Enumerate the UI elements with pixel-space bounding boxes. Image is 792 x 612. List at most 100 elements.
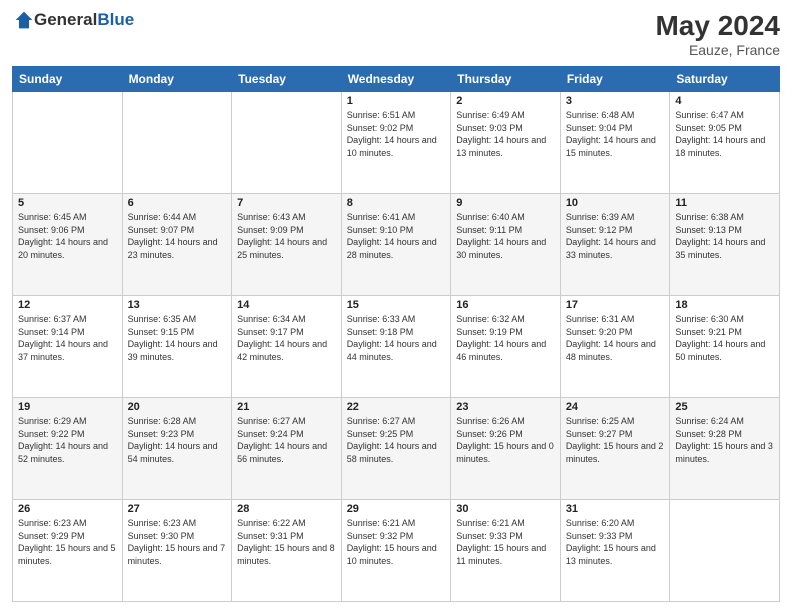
daylight-text: Daylight: 14 hours and 15 minutes. xyxy=(566,134,665,159)
day-number: 25 xyxy=(675,401,774,413)
sunset-text: Sunset: 9:33 PM xyxy=(456,530,555,543)
cell-content: Sunrise: 6:41 AMSunset: 9:10 PMDaylight:… xyxy=(347,211,446,261)
calendar-cell: 1Sunrise: 6:51 AMSunset: 9:02 PMDaylight… xyxy=(341,92,451,194)
calendar-cell xyxy=(670,500,780,602)
location-subtitle: Eauze, France xyxy=(655,42,780,58)
day-number: 23 xyxy=(456,401,555,413)
day-number: 8 xyxy=(347,197,446,209)
calendar-cell xyxy=(232,92,342,194)
cell-content: Sunrise: 6:40 AMSunset: 9:11 PMDaylight:… xyxy=(456,211,555,261)
calendar-cell: 15Sunrise: 6:33 AMSunset: 9:18 PMDayligh… xyxy=(341,296,451,398)
sunset-text: Sunset: 9:06 PM xyxy=(18,224,117,237)
cell-content: Sunrise: 6:20 AMSunset: 9:33 PMDaylight:… xyxy=(566,517,665,567)
calendar-week-row: 1Sunrise: 6:51 AMSunset: 9:02 PMDaylight… xyxy=(13,92,780,194)
daylight-text: Daylight: 15 hours and 0 minutes. xyxy=(456,440,555,465)
calendar-cell xyxy=(122,92,232,194)
calendar-cell: 14Sunrise: 6:34 AMSunset: 9:17 PMDayligh… xyxy=(232,296,342,398)
daylight-text: Daylight: 15 hours and 3 minutes. xyxy=(675,440,774,465)
sunset-text: Sunset: 9:26 PM xyxy=(456,428,555,441)
sunset-text: Sunset: 9:24 PM xyxy=(237,428,336,441)
sunset-text: Sunset: 9:17 PM xyxy=(237,326,336,339)
calendar-cell: 31 Sunrise: 6:20 AMSunset: 9:33 PMDayligh… xyxy=(560,500,670,602)
daylight-text: Daylight: 14 hours and 18 minutes. xyxy=(675,134,774,159)
page: GeneralBlue May 2024 Eauze, France Sunda… xyxy=(0,0,792,612)
day-number: 20 xyxy=(128,401,227,413)
cell-content: Sunrise: 6:32 AMSunset: 9:19 PMDaylight:… xyxy=(456,313,555,363)
daylight-text: Daylight: 14 hours and 44 minutes. xyxy=(347,338,446,363)
calendar-week-row: 12Sunrise: 6:37 AMSunset: 9:14 PMDayligh… xyxy=(13,296,780,398)
logo: GeneralBlue xyxy=(12,10,134,30)
cell-content: Sunrise: 6:44 AMSunset: 9:07 PMDaylight:… xyxy=(128,211,227,261)
cell-content: Sunrise: 6:34 AMSunset: 9:17 PMDaylight:… xyxy=(237,313,336,363)
day-number: 4 xyxy=(675,95,774,107)
calendar-cell: 17Sunrise: 6:31 AMSunset: 9:20 PMDayligh… xyxy=(560,296,670,398)
calendar-cell: 16 Sunrise: 6:32 AMSunset: 9:19 PMDayligh… xyxy=(451,296,561,398)
calendar-cell: 12Sunrise: 6:37 AMSunset: 9:14 PMDayligh… xyxy=(13,296,123,398)
cell-content: Sunrise: 6:37 AMSunset: 9:14 PMDaylight:… xyxy=(18,313,117,363)
sunset-text: Sunset: 9:19 PM xyxy=(456,326,555,339)
sunrise-text: Sunrise: 6:40 AM xyxy=(456,211,555,224)
calendar-cell: 18 Sunrise: 6:30 AMSunset: 9:21 PMDayligh… xyxy=(670,296,780,398)
sunset-text: Sunset: 9:21 PM xyxy=(675,326,774,339)
sunrise-text: Sunrise: 6:21 AM xyxy=(456,517,555,530)
sunrise-text: Sunrise: 6:37 AM xyxy=(18,313,117,326)
calendar-cell: 21Sunrise: 6:27 AMSunset: 9:24 PMDayligh… xyxy=(232,398,342,500)
cell-content: Sunrise: 6:31 AMSunset: 9:20 PMDaylight:… xyxy=(566,313,665,363)
sunset-text: Sunset: 9:20 PM xyxy=(566,326,665,339)
daylight-text: Daylight: 14 hours and 39 minutes. xyxy=(128,338,227,363)
calendar-body: 1Sunrise: 6:51 AMSunset: 9:02 PMDaylight… xyxy=(13,92,780,602)
calendar-cell: 30Sunrise: 6:21 AMSunset: 9:33 PMDayligh… xyxy=(451,500,561,602)
weekday-header-cell: Saturday xyxy=(670,67,780,92)
calendar-week-row: 5Sunrise: 6:45 AMSunset: 9:06 PMDaylight… xyxy=(13,194,780,296)
calendar-cell: 27Sunrise: 6:23 AMSunset: 9:30 PMDayligh… xyxy=(122,500,232,602)
day-number: 22 xyxy=(347,401,446,413)
calendar-cell: 11 Sunrise: 6:38 AMSunset: 9:13 PMDayligh… xyxy=(670,194,780,296)
daylight-text: Daylight: 14 hours and 52 minutes. xyxy=(18,440,117,465)
daylight-text: Daylight: 15 hours and 10 minutes. xyxy=(347,542,446,567)
day-number: 7 xyxy=(237,197,336,209)
sunset-text: Sunset: 9:03 PM xyxy=(456,122,555,135)
day-number: 29 xyxy=(347,503,446,515)
daylight-text: Daylight: 14 hours and 46 minutes. xyxy=(456,338,555,363)
daylight-text: Daylight: 14 hours and 28 minutes. xyxy=(347,236,446,261)
sunrise-text: Sunrise: 6:34 AM xyxy=(237,313,336,326)
cell-content: Sunrise: 6:38 AMSunset: 9:13 PMDaylight:… xyxy=(675,211,774,261)
sunset-text: Sunset: 9:04 PM xyxy=(566,122,665,135)
calendar-cell: 13Sunrise: 6:35 AMSunset: 9:15 PMDayligh… xyxy=(122,296,232,398)
sunset-text: Sunset: 9:23 PM xyxy=(128,428,227,441)
calendar-cell: 28 Sunrise: 6:22 AMSunset: 9:31 PMDayligh… xyxy=(232,500,342,602)
sunset-text: Sunset: 9:25 PM xyxy=(347,428,446,441)
daylight-text: Daylight: 14 hours and 13 minutes. xyxy=(456,134,555,159)
cell-content: Sunrise: 6:39 AMSunset: 9:12 PMDaylight:… xyxy=(566,211,665,261)
day-number: 6 xyxy=(128,197,227,209)
sunset-text: Sunset: 9:30 PM xyxy=(128,530,227,543)
sunset-text: Sunset: 9:15 PM xyxy=(128,326,227,339)
sunset-text: Sunset: 9:12 PM xyxy=(566,224,665,237)
sunset-text: Sunset: 9:31 PM xyxy=(237,530,336,543)
cell-content: Sunrise: 6:48 AMSunset: 9:04 PMDaylight:… xyxy=(566,109,665,159)
day-number: 11 xyxy=(675,197,774,209)
calendar-cell: 26Sunrise: 6:23 AMSunset: 9:29 PMDayligh… xyxy=(13,500,123,602)
day-number: 30 xyxy=(456,503,555,515)
cell-content: Sunrise: 6:30 AMSunset: 9:21 PMDaylight:… xyxy=(675,313,774,363)
day-number: 28 xyxy=(237,503,336,515)
cell-content: Sunrise: 6:25 AMSunset: 9:27 PMDaylight:… xyxy=(566,415,665,465)
cell-content: Sunrise: 6:29 AMSunset: 9:22 PMDaylight:… xyxy=(18,415,117,465)
sunrise-text: Sunrise: 6:38 AM xyxy=(675,211,774,224)
sunrise-text: Sunrise: 6:24 AM xyxy=(675,415,774,428)
daylight-text: Daylight: 15 hours and 5 minutes. xyxy=(18,542,117,567)
sunrise-text: Sunrise: 6:22 AM xyxy=(237,517,336,530)
sunset-text: Sunset: 9:22 PM xyxy=(18,428,117,441)
daylight-text: Daylight: 15 hours and 13 minutes. xyxy=(566,542,665,567)
daylight-text: Daylight: 14 hours and 33 minutes. xyxy=(566,236,665,261)
calendar-cell: 23Sunrise: 6:26 AMSunset: 9:26 PMDayligh… xyxy=(451,398,561,500)
day-number: 31 xyxy=(566,503,665,515)
daylight-text: Daylight: 15 hours and 8 minutes. xyxy=(237,542,336,567)
logo-general: General xyxy=(34,10,97,30)
day-number: 16 xyxy=(456,299,555,311)
sunrise-text: Sunrise: 6:21 AM xyxy=(347,517,446,530)
cell-content: Sunrise: 6:45 AMSunset: 9:06 PMDaylight:… xyxy=(18,211,117,261)
day-number: 18 xyxy=(675,299,774,311)
cell-content: Sunrise: 6:49 AMSunset: 9:03 PMDaylight:… xyxy=(456,109,555,159)
sunrise-text: Sunrise: 6:23 AM xyxy=(128,517,227,530)
